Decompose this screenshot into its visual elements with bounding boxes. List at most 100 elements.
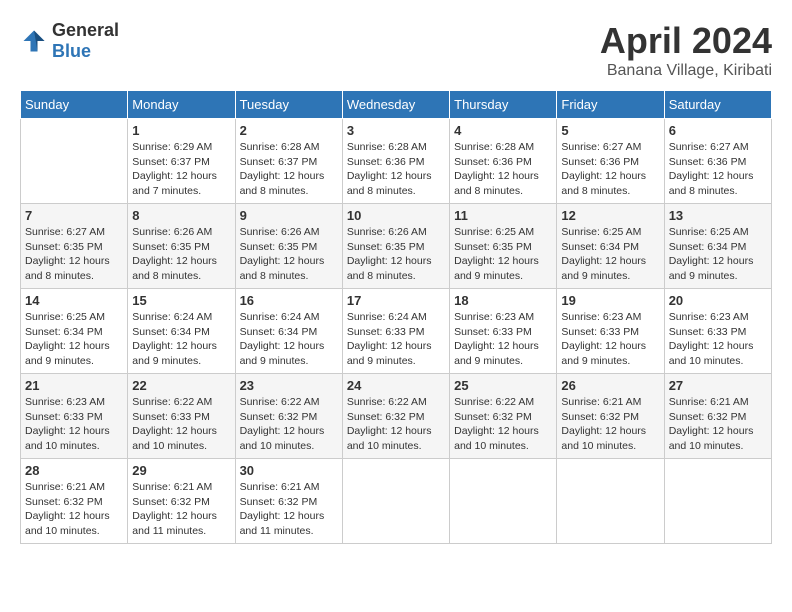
calendar-cell: 26 Sunrise: 6:21 AM Sunset: 6:32 PM Dayli… bbox=[557, 374, 664, 459]
weekday-header: Thursday bbox=[450, 91, 557, 119]
calendar-cell: 22 Sunrise: 6:22 AM Sunset: 6:33 PM Dayli… bbox=[128, 374, 235, 459]
calendar-cell: 30 Sunrise: 6:21 AM Sunset: 6:32 PM Dayli… bbox=[235, 459, 342, 544]
day-info: Sunrise: 6:23 AM Sunset: 6:33 PM Dayligh… bbox=[669, 310, 767, 369]
day-info: Sunrise: 6:27 AM Sunset: 6:36 PM Dayligh… bbox=[669, 140, 767, 199]
weekday-header: Wednesday bbox=[342, 91, 449, 119]
calendar-cell: 16 Sunrise: 6:24 AM Sunset: 6:34 PM Dayli… bbox=[235, 289, 342, 374]
day-info: Sunrise: 6:23 AM Sunset: 6:33 PM Dayligh… bbox=[454, 310, 552, 369]
calendar-week-row: 14 Sunrise: 6:25 AM Sunset: 6:34 PM Dayli… bbox=[21, 289, 772, 374]
day-info: Sunrise: 6:28 AM Sunset: 6:36 PM Dayligh… bbox=[454, 140, 552, 199]
day-number: 25 bbox=[454, 378, 552, 393]
calendar-cell: 21 Sunrise: 6:23 AM Sunset: 6:33 PM Dayli… bbox=[21, 374, 128, 459]
weekday-header: Sunday bbox=[21, 91, 128, 119]
day-info: Sunrise: 6:29 AM Sunset: 6:37 PM Dayligh… bbox=[132, 140, 230, 199]
calendar-cell: 19Sunrise: 6:23 AM Sunset: 6:33 PM Dayli… bbox=[557, 289, 664, 374]
calendar-week-row: 7 Sunrise: 6:27 AM Sunset: 6:35 PM Daylig… bbox=[21, 204, 772, 289]
calendar-cell: 15Sunrise: 6:24 AM Sunset: 6:34 PM Dayli… bbox=[128, 289, 235, 374]
location-subtitle: Banana Village, Kiribati bbox=[600, 62, 772, 80]
calendar-cell: 17 Sunrise: 6:24 AM Sunset: 6:33 PM Dayli… bbox=[342, 289, 449, 374]
calendar-cell: 8Sunrise: 6:26 AM Sunset: 6:35 PM Daylig… bbox=[128, 204, 235, 289]
day-number: 26 bbox=[561, 378, 659, 393]
day-info: Sunrise: 6:22 AM Sunset: 6:33 PM Dayligh… bbox=[132, 395, 230, 454]
calendar-cell bbox=[450, 459, 557, 544]
day-info: Sunrise: 6:21 AM Sunset: 6:32 PM Dayligh… bbox=[25, 480, 123, 539]
day-number: 28 bbox=[25, 463, 123, 478]
day-info: Sunrise: 6:25 AM Sunset: 6:34 PM Dayligh… bbox=[561, 225, 659, 284]
day-number: 4 bbox=[454, 123, 552, 138]
logo-general: General bbox=[52, 20, 119, 40]
weekday-header-row: SundayMondayTuesdayWednesdayThursdayFrid… bbox=[21, 91, 772, 119]
calendar-week-row: 1 Sunrise: 6:29 AM Sunset: 6:37 PM Daylig… bbox=[21, 119, 772, 204]
calendar-cell bbox=[21, 119, 128, 204]
day-info: Sunrise: 6:24 AM Sunset: 6:34 PM Dayligh… bbox=[240, 310, 338, 369]
day-info: Sunrise: 6:21 AM Sunset: 6:32 PM Dayligh… bbox=[132, 480, 230, 539]
day-number: 16 bbox=[240, 293, 338, 308]
day-number: 17 bbox=[347, 293, 445, 308]
calendar-cell: 7 Sunrise: 6:27 AM Sunset: 6:35 PM Daylig… bbox=[21, 204, 128, 289]
day-number: 13 bbox=[669, 208, 767, 223]
calendar-cell: 10Sunrise: 6:26 AM Sunset: 6:35 PM Dayli… bbox=[342, 204, 449, 289]
day-info: Sunrise: 6:21 AM Sunset: 6:32 PM Dayligh… bbox=[240, 480, 338, 539]
day-info: Sunrise: 6:21 AM Sunset: 6:32 PM Dayligh… bbox=[669, 395, 767, 454]
day-number: 10 bbox=[347, 208, 445, 223]
day-number: 8 bbox=[132, 208, 230, 223]
day-number: 23 bbox=[240, 378, 338, 393]
day-number: 3 bbox=[347, 123, 445, 138]
weekday-header: Monday bbox=[128, 91, 235, 119]
day-number: 22 bbox=[132, 378, 230, 393]
day-number: 20 bbox=[669, 293, 767, 308]
day-number: 19 bbox=[561, 293, 659, 308]
day-number: 1 bbox=[132, 123, 230, 138]
day-info: Sunrise: 6:22 AM Sunset: 6:32 PM Dayligh… bbox=[240, 395, 338, 454]
calendar-cell: 2 Sunrise: 6:28 AM Sunset: 6:37 PM Daylig… bbox=[235, 119, 342, 204]
day-info: Sunrise: 6:22 AM Sunset: 6:32 PM Dayligh… bbox=[347, 395, 445, 454]
day-info: Sunrise: 6:28 AM Sunset: 6:36 PM Dayligh… bbox=[347, 140, 445, 199]
day-number: 24 bbox=[347, 378, 445, 393]
day-info: Sunrise: 6:27 AM Sunset: 6:35 PM Dayligh… bbox=[25, 225, 123, 284]
day-info: Sunrise: 6:28 AM Sunset: 6:37 PM Dayligh… bbox=[240, 140, 338, 199]
day-number: 7 bbox=[25, 208, 123, 223]
day-number: 27 bbox=[669, 378, 767, 393]
logo: General Blue bbox=[20, 20, 119, 62]
calendar-cell: 14 Sunrise: 6:25 AM Sunset: 6:34 PM Dayli… bbox=[21, 289, 128, 374]
day-number: 29 bbox=[132, 463, 230, 478]
calendar-cell: 13 Sunrise: 6:25 AM Sunset: 6:34 PM Dayli… bbox=[664, 204, 771, 289]
day-number: 21 bbox=[25, 378, 123, 393]
day-number: 5 bbox=[561, 123, 659, 138]
calendar-cell: 3 Sunrise: 6:28 AM Sunset: 6:36 PM Daylig… bbox=[342, 119, 449, 204]
day-number: 11 bbox=[454, 208, 552, 223]
calendar-cell: 4 Sunrise: 6:28 AM Sunset: 6:36 PM Daylig… bbox=[450, 119, 557, 204]
calendar-cell bbox=[342, 459, 449, 544]
calendar-cell bbox=[664, 459, 771, 544]
calendar-cell: 24 Sunrise: 6:22 AM Sunset: 6:32 PM Dayli… bbox=[342, 374, 449, 459]
calendar-week-row: 21 Sunrise: 6:23 AM Sunset: 6:33 PM Dayli… bbox=[21, 374, 772, 459]
weekday-header: Tuesday bbox=[235, 91, 342, 119]
calendar-cell: 1 Sunrise: 6:29 AM Sunset: 6:37 PM Daylig… bbox=[128, 119, 235, 204]
calendar-table: SundayMondayTuesdayWednesdayThursdayFrid… bbox=[20, 90, 772, 544]
calendar-week-row: 28 Sunrise: 6:21 AM Sunset: 6:32 PM Dayli… bbox=[21, 459, 772, 544]
day-number: 2 bbox=[240, 123, 338, 138]
day-number: 30 bbox=[240, 463, 338, 478]
day-number: 15 bbox=[132, 293, 230, 308]
calendar-cell: 27 Sunrise: 6:21 AM Sunset: 6:32 PM Dayli… bbox=[664, 374, 771, 459]
calendar-cell: 12 Sunrise: 6:25 AM Sunset: 6:34 PM Dayli… bbox=[557, 204, 664, 289]
month-year-title: April 2024 bbox=[600, 20, 772, 62]
day-info: Sunrise: 6:26 AM Sunset: 6:35 PM Dayligh… bbox=[240, 225, 338, 284]
calendar-cell bbox=[557, 459, 664, 544]
day-number: 18 bbox=[454, 293, 552, 308]
calendar-cell: 23 Sunrise: 6:22 AM Sunset: 6:32 PM Dayli… bbox=[235, 374, 342, 459]
day-number: 12 bbox=[561, 208, 659, 223]
day-number: 6 bbox=[669, 123, 767, 138]
day-info: Sunrise: 6:22 AM Sunset: 6:32 PM Dayligh… bbox=[454, 395, 552, 454]
calendar-cell: 25 Sunrise: 6:22 AM Sunset: 6:32 PM Dayli… bbox=[450, 374, 557, 459]
calendar-cell: 20 Sunrise: 6:23 AM Sunset: 6:33 PM Dayli… bbox=[664, 289, 771, 374]
day-info: Sunrise: 6:25 AM Sunset: 6:34 PM Dayligh… bbox=[25, 310, 123, 369]
day-info: Sunrise: 6:24 AM Sunset: 6:33 PM Dayligh… bbox=[347, 310, 445, 369]
calendar-cell: 11Sunrise: 6:25 AM Sunset: 6:35 PM Dayli… bbox=[450, 204, 557, 289]
weekday-header: Saturday bbox=[664, 91, 771, 119]
calendar-cell: 5Sunrise: 6:27 AM Sunset: 6:36 PM Daylig… bbox=[557, 119, 664, 204]
day-info: Sunrise: 6:25 AM Sunset: 6:34 PM Dayligh… bbox=[669, 225, 767, 284]
day-info: Sunrise: 6:21 AM Sunset: 6:32 PM Dayligh… bbox=[561, 395, 659, 454]
day-number: 14 bbox=[25, 293, 123, 308]
day-info: Sunrise: 6:23 AM Sunset: 6:33 PM Dayligh… bbox=[25, 395, 123, 454]
